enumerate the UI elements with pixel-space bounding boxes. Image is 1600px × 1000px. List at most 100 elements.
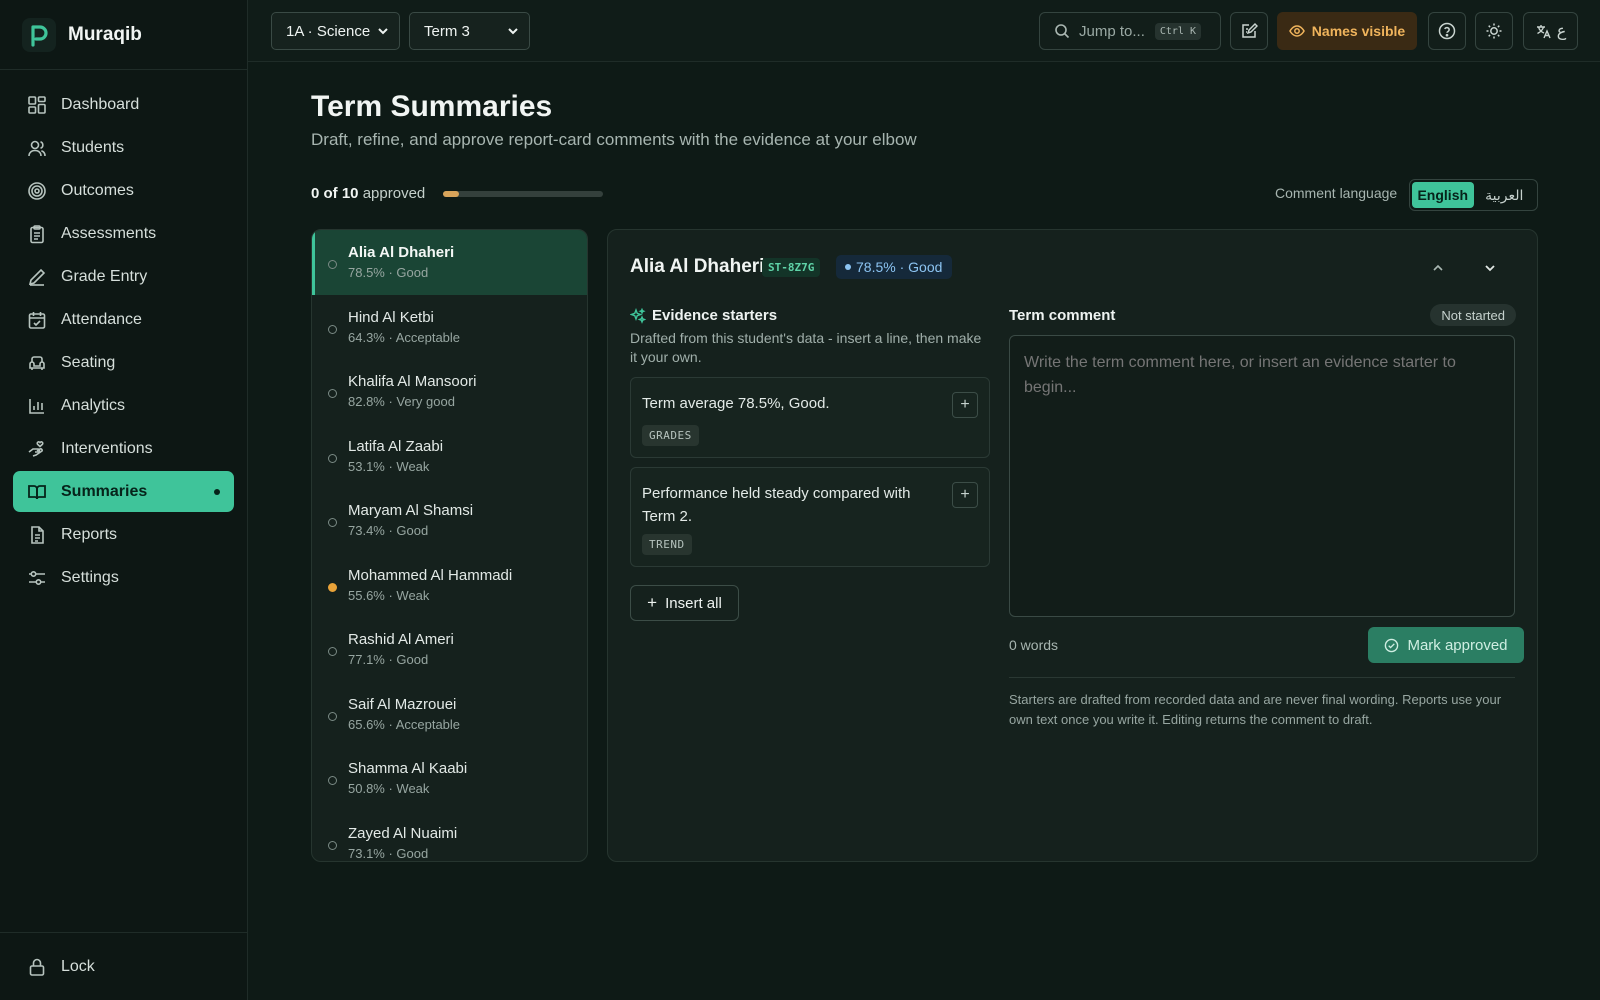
sparkles-icon [630, 307, 646, 324]
sidebar-item-label: Attendance [61, 310, 142, 328]
status-dot [328, 389, 337, 398]
book-open-icon [27, 482, 47, 502]
student-list-item[interactable]: Khalifa Al Mansoori 82.8% · Very good [312, 359, 587, 424]
compose-button[interactable] [1230, 12, 1268, 50]
sliders-icon [27, 568, 47, 588]
student-name: Zayed Al Nuaimi [348, 824, 458, 842]
starter-tag: GRADES [642, 425, 699, 446]
student-grade: 77.1% · Good [348, 652, 429, 667]
status-dot [328, 453, 337, 463]
pen-icon [27, 267, 47, 287]
names-visible-toggle[interactable]: Names visible [1277, 12, 1417, 50]
detail-student-name: Alia Al Dhaheri [630, 256, 765, 277]
class-select[interactable]: 1A · Science [271, 12, 400, 50]
student-list-item[interactable]: Shamma Al Kaabi 50.8% · Weak [312, 746, 587, 811]
translate-icon [1535, 23, 1551, 39]
chevron-up-icon [1431, 261, 1445, 275]
chevron-down-icon [377, 25, 389, 37]
approval-progress-fill [443, 191, 459, 197]
previous-student-button[interactable] [1426, 256, 1450, 280]
student-grade: 53.1% · Weak [348, 458, 430, 474]
file-text-icon [27, 525, 47, 545]
brand: Muraqib [0, 0, 247, 70]
sidebar-item-grade-entry[interactable]: Grade Entry [13, 256, 234, 297]
sidebar-item-interventions[interactable]: Interventions [13, 428, 234, 469]
sidebar-item-label: Seating [61, 353, 116, 371]
plus-icon: + [960, 396, 970, 413]
clipboard-icon [27, 224, 47, 244]
sidebar-item-reports[interactable]: Reports [13, 514, 234, 555]
student-grade: 73.1% · Good [348, 845, 429, 861]
target-icon [27, 181, 47, 201]
evidence-starters-description: Drafted from this student's data - inser… [630, 330, 982, 365]
next-student-button[interactable] [1478, 256, 1502, 280]
student-list-item[interactable]: Zayed Al Nuaimi 73.1% · Good [312, 811, 587, 862]
mark-approved-button[interactable]: Mark approved [1368, 627, 1524, 663]
student-grade: 65.6% · Acceptable [348, 716, 461, 732]
student-list: Alia Al Dhaheri 78.5% · Good Hind Al Ket… [311, 229, 588, 862]
evidence-starter-card: Term average 78.5%, Good. + GRADES [630, 377, 990, 458]
sidebar-item-attendance[interactable]: Attendance [13, 299, 234, 340]
lock-button[interactable]: Lock [13, 946, 234, 987]
student-name: Mohammed Al Hammadi [348, 566, 513, 584]
starters-footnote: Starters are drafted from recorded data … [1009, 692, 1502, 727]
student-grade: 73.4% · Good [348, 523, 429, 538]
student-grade: 78.5% · Good [348, 265, 429, 280]
insert-all-label: Insert all [665, 594, 722, 612]
sidebar-item-label: Dashboard [61, 95, 140, 113]
sidebar-item-label: Analytics [61, 396, 126, 414]
starter-text: Performance held steady compared with Te… [642, 485, 911, 525]
theme-toggle-button[interactable] [1475, 12, 1513, 50]
names-visible-label: Names visible [1311, 23, 1406, 39]
student-name: Khalifa Al Mansoori [348, 373, 477, 390]
insert-starter-button[interactable]: + [952, 392, 978, 418]
help-icon [1438, 22, 1456, 40]
sidebar-item-students[interactable]: Students [13, 127, 234, 168]
language-switch-button[interactable]: ع [1523, 12, 1578, 50]
check-circle-icon [1384, 638, 1399, 653]
student-list-item[interactable]: Mohammed Al Hammadi 55.6% · Weak [312, 553, 587, 618]
term-select[interactable]: Term 3 [409, 12, 530, 50]
sidebar-item-dashboard[interactable]: Dashboard [13, 84, 234, 125]
student-list-item[interactable]: Maryam Al Shamsi 73.4% · Good [312, 488, 587, 553]
student-grade: 50.8% · Weak [348, 781, 430, 796]
language-option-english[interactable]: English [1412, 182, 1474, 208]
sidebar-item-seating[interactable]: Seating [13, 342, 234, 383]
sidebar-item-assessments[interactable]: Assessments [13, 213, 234, 254]
approved-suffix: approved [362, 185, 426, 202]
student-list-item[interactable]: Alia Al Dhaheri 78.5% · Good [312, 230, 587, 295]
language-option-arabic[interactable]: العربية [1474, 182, 1536, 208]
status-dot [328, 647, 337, 656]
status-dot [328, 518, 337, 527]
eye-icon [1288, 23, 1305, 39]
sidebar-item-settings[interactable]: Settings [13, 557, 234, 598]
sidebar-item-summaries[interactable]: Summaries [13, 471, 234, 512]
sidebar-item-label: Assessments [61, 224, 157, 242]
student-grade: 55.6% · Weak [348, 587, 430, 603]
starter-text: Term average 78.5%, Good. [642, 395, 830, 412]
student-list-item[interactable]: Hind Al Ketbi 64.3% · Acceptable [312, 295, 587, 360]
search-input[interactable]: Jump to... Ctrl K [1039, 12, 1221, 50]
armchair-icon [27, 353, 47, 373]
calendar-check-icon [27, 310, 47, 330]
comment-language-label: Comment language [1275, 185, 1398, 201]
sidebar-item-analytics[interactable]: Analytics [13, 385, 234, 426]
student-list-item[interactable]: Rashid Al Ameri 77.1% · Good [312, 617, 587, 682]
comment-language-toggle: English العربية [1409, 179, 1538, 211]
sidebar-item-outcomes[interactable]: Outcomes [13, 170, 234, 211]
lock-label: Lock [61, 957, 95, 975]
summary-detail-panel: Alia Al Dhaheri ST-8Z7G 78.5% · Good Evi… [607, 229, 1538, 862]
starter-tag: TREND [642, 534, 692, 555]
student-list-item[interactable]: Latifa Al Zaabi 53.1% · Weak [312, 424, 587, 489]
language-glyph: ع [1556, 23, 1567, 40]
grid-icon [27, 95, 47, 115]
help-button[interactable] [1428, 12, 1466, 50]
evidence-starters-title: Evidence starters [652, 307, 778, 324]
student-list-item[interactable]: Saif Al Mazrouei 65.6% · Acceptable [312, 682, 587, 747]
bar-chart-icon [27, 396, 47, 416]
insert-all-button[interactable]: + Insert all [630, 585, 739, 621]
student-name: Maryam Al Shamsi [348, 502, 474, 519]
search-placeholder: Jump to... [1079, 22, 1145, 40]
insert-starter-button[interactable]: + [952, 482, 978, 508]
term-comment-textarea[interactable] [1009, 335, 1515, 617]
